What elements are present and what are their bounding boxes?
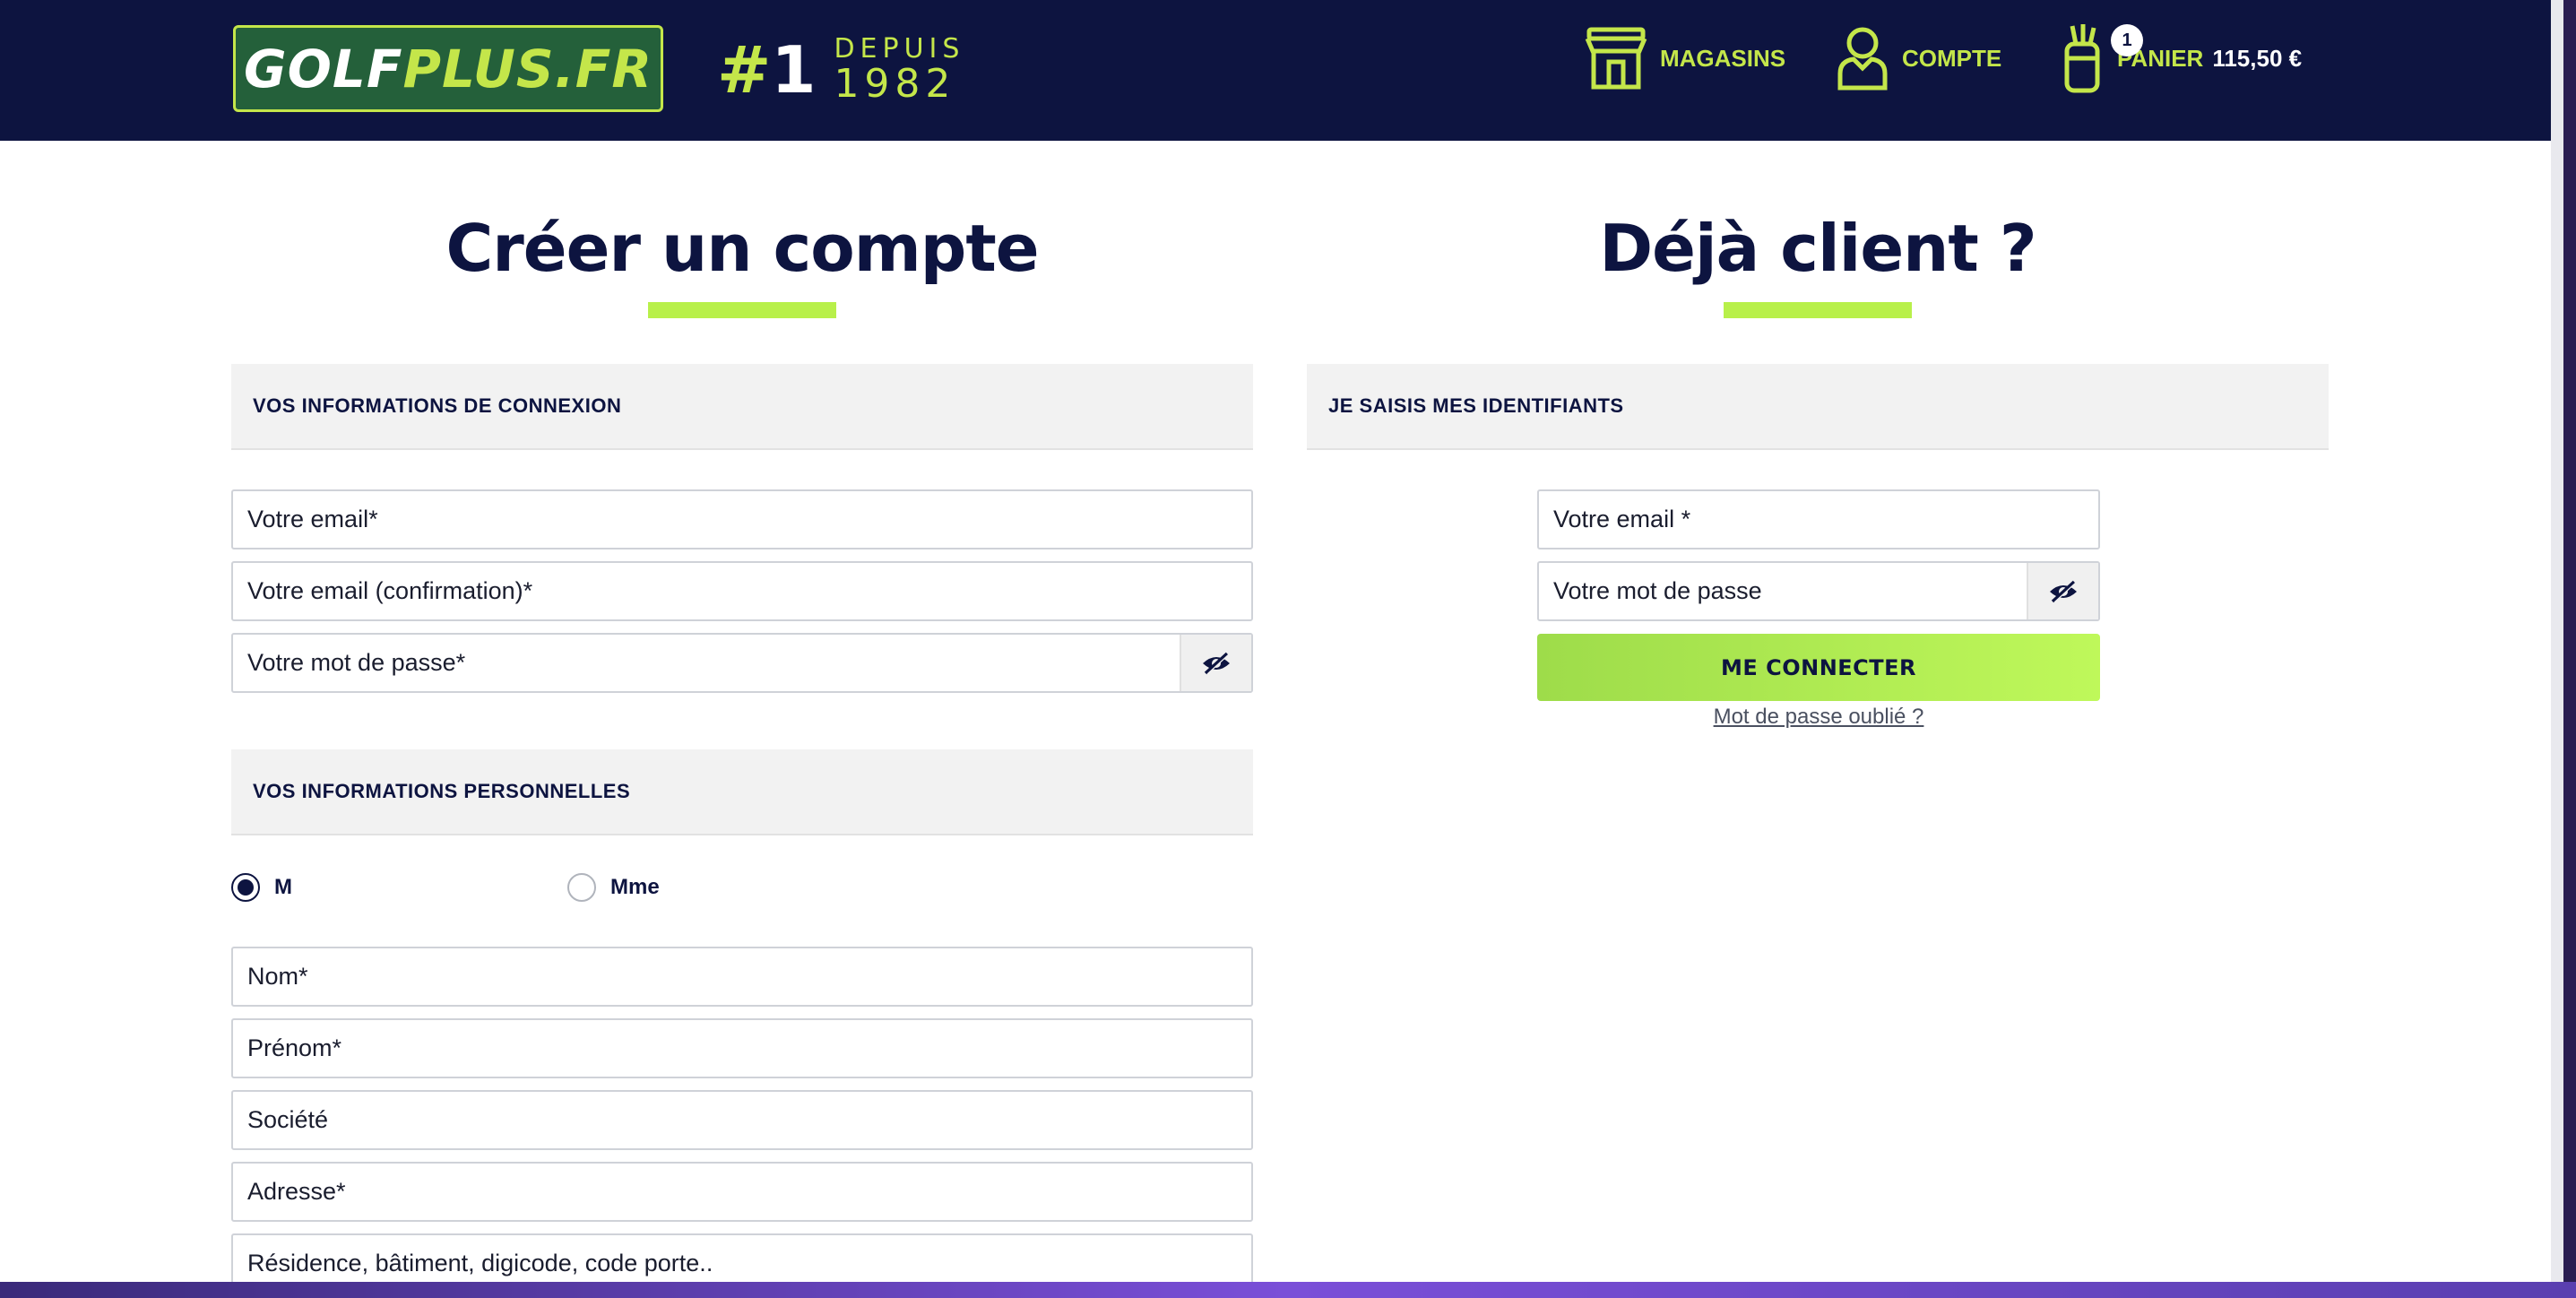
firstname-input[interactable] (233, 1020, 1251, 1077)
civility-m-label: M (274, 875, 292, 899)
store-icon (1585, 26, 1647, 91)
address-field[interactable] (231, 1162, 1253, 1222)
login-info-heading: VOS INFORMATIONS DE CONNEXION (231, 364, 1253, 450)
login-toggle-password-button[interactable] (2027, 563, 2098, 619)
radio-circle-mme[interactable] (567, 873, 596, 902)
nav-account[interactable]: COMPTE (1836, 18, 2001, 99)
register-email-confirm-field[interactable] (231, 561, 1253, 621)
cart-amount: 115,50 € (2212, 44, 2303, 72)
register-email-field[interactable] (231, 489, 1253, 549)
login-heading: JE SAISIS MES IDENTIFIANTS (1307, 364, 2329, 450)
nav-stores-label: MAGASINS (1660, 44, 1786, 72)
tagline-since-label: DEPUIS (834, 33, 965, 65)
personal-info-heading: VOS INFORMATIONS PERSONNELLES (231, 749, 1253, 835)
company-field[interactable] (231, 1090, 1253, 1150)
bottom-decor-bar (0, 1282, 2576, 1298)
cart-count-badge: 1 (2111, 24, 2143, 56)
civility-mme-radio[interactable]: Mme (567, 870, 660, 905)
radio-circle-m[interactable] (231, 873, 260, 902)
register-title: Créer un compte (445, 211, 1039, 286)
page: GOLFPLUS.FR #1 DEPUIS 1982 MAGASINS COMP… (0, 0, 2563, 1282)
lastname-field[interactable] (231, 947, 1253, 1007)
tagline-since: DEPUIS 1982 (834, 36, 964, 104)
login-email-input[interactable] (1539, 491, 2098, 548)
tagline-year: 1982 (834, 61, 956, 107)
scrollbar-track[interactable] (2551, 0, 2563, 1282)
nav-stores[interactable]: MAGASINS (1585, 18, 1785, 99)
user-icon (1836, 25, 1889, 91)
tagline-rank: #1 (717, 32, 817, 108)
register-email-confirm-input[interactable] (233, 563, 1251, 619)
register-password-input[interactable] (233, 635, 1180, 691)
eye-slash-icon (2050, 580, 2077, 602)
tagline: #1 DEPUIS 1982 (717, 34, 964, 106)
register-title-underline (648, 302, 836, 318)
lastname-input[interactable] (233, 948, 1251, 1005)
forgot-password-link[interactable]: Mot de passe oublié ? (1537, 701, 2100, 733)
logo-text: GOLFPLUS.FR (244, 38, 653, 100)
toggle-password-visibility-button[interactable] (1180, 635, 1251, 691)
address-input[interactable] (233, 1164, 1251, 1220)
company-input[interactable] (233, 1092, 1251, 1148)
login-title-underline (1724, 302, 1912, 318)
site-header: GOLFPLUS.FR #1 DEPUIS 1982 MAGASINS COMP… (0, 0, 2563, 141)
firstname-field[interactable] (231, 1018, 1253, 1078)
address2-field[interactable] (231, 1233, 1253, 1282)
eye-slash-icon (1203, 652, 1230, 674)
login-password-input[interactable] (1539, 563, 2027, 619)
address2-input[interactable] (233, 1235, 1251, 1282)
civility-mme-label: Mme (610, 875, 660, 899)
login-email-field[interactable] (1537, 489, 2100, 549)
login-submit-button[interactable]: ME CONNECTER (1537, 634, 2100, 701)
nav-cart[interactable]: PANIER 115,50 € (2060, 18, 2302, 99)
login-password-field[interactable] (1537, 561, 2100, 621)
nav-account-label: COMPTE (1902, 44, 2002, 72)
civility-m-radio[interactable]: M (231, 870, 292, 905)
login-title: Déjà client ? (1599, 211, 2036, 286)
site-logo[interactable]: GOLFPLUS.FR (233, 25, 663, 112)
register-email-input[interactable] (233, 491, 1251, 548)
register-password-field[interactable] (231, 633, 1253, 693)
golf-bag-icon (2060, 22, 2105, 94)
